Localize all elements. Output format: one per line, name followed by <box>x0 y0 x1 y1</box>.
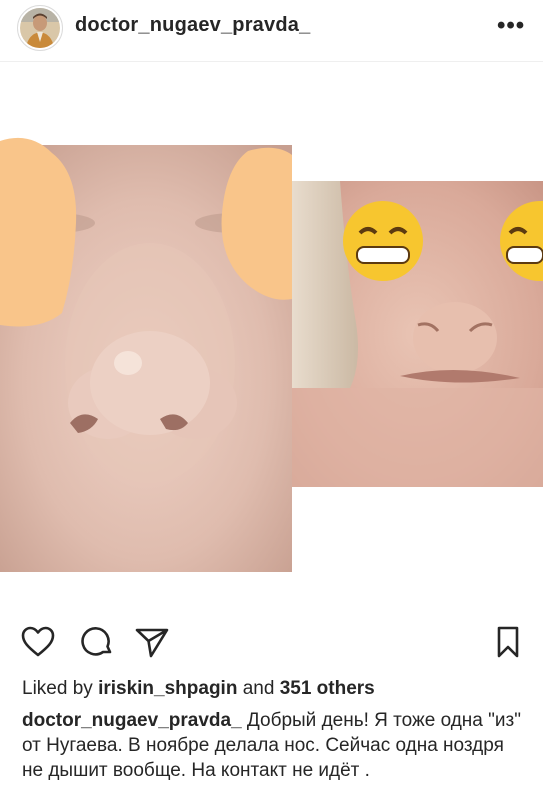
avatar[interactable] <box>17 5 63 51</box>
caption-username[interactable]: doctor_nugaev_pravda_ <box>22 710 242 731</box>
heart-icon[interactable] <box>20 624 56 660</box>
liked-by-user-link[interactable]: iriskin_shpagin <box>98 678 237 699</box>
post-caption: doctor_nugaev_pravda_ Добрый день! Я тож… <box>22 708 527 783</box>
post-image[interactable] <box>0 63 543 605</box>
left-nose-photo <box>0 137 292 572</box>
post-header: doctor_nugaev_pravda_ ••• <box>0 0 543 62</box>
post-action-bar <box>0 620 543 664</box>
paper-plane-icon[interactable] <box>134 624 170 660</box>
post-photo-collage <box>0 137 543 572</box>
likes-middle: and <box>242 678 275 699</box>
post-username[interactable]: doctor_nugaev_pravda_ <box>75 14 310 37</box>
bookmark-icon[interactable] <box>490 624 526 660</box>
more-dots-icon[interactable]: ••• <box>497 12 525 40</box>
avatar-image <box>20 8 60 48</box>
likes-prefix: Liked by <box>22 678 93 699</box>
grinning-emoji-1 <box>343 201 423 281</box>
likes-count-link[interactable]: 351 others <box>280 678 375 699</box>
comment-icon[interactable] <box>79 624 115 660</box>
likes-summary: Liked by iriskin_shpagin and 351 others <box>22 678 375 700</box>
right-face-photo <box>292 181 543 487</box>
